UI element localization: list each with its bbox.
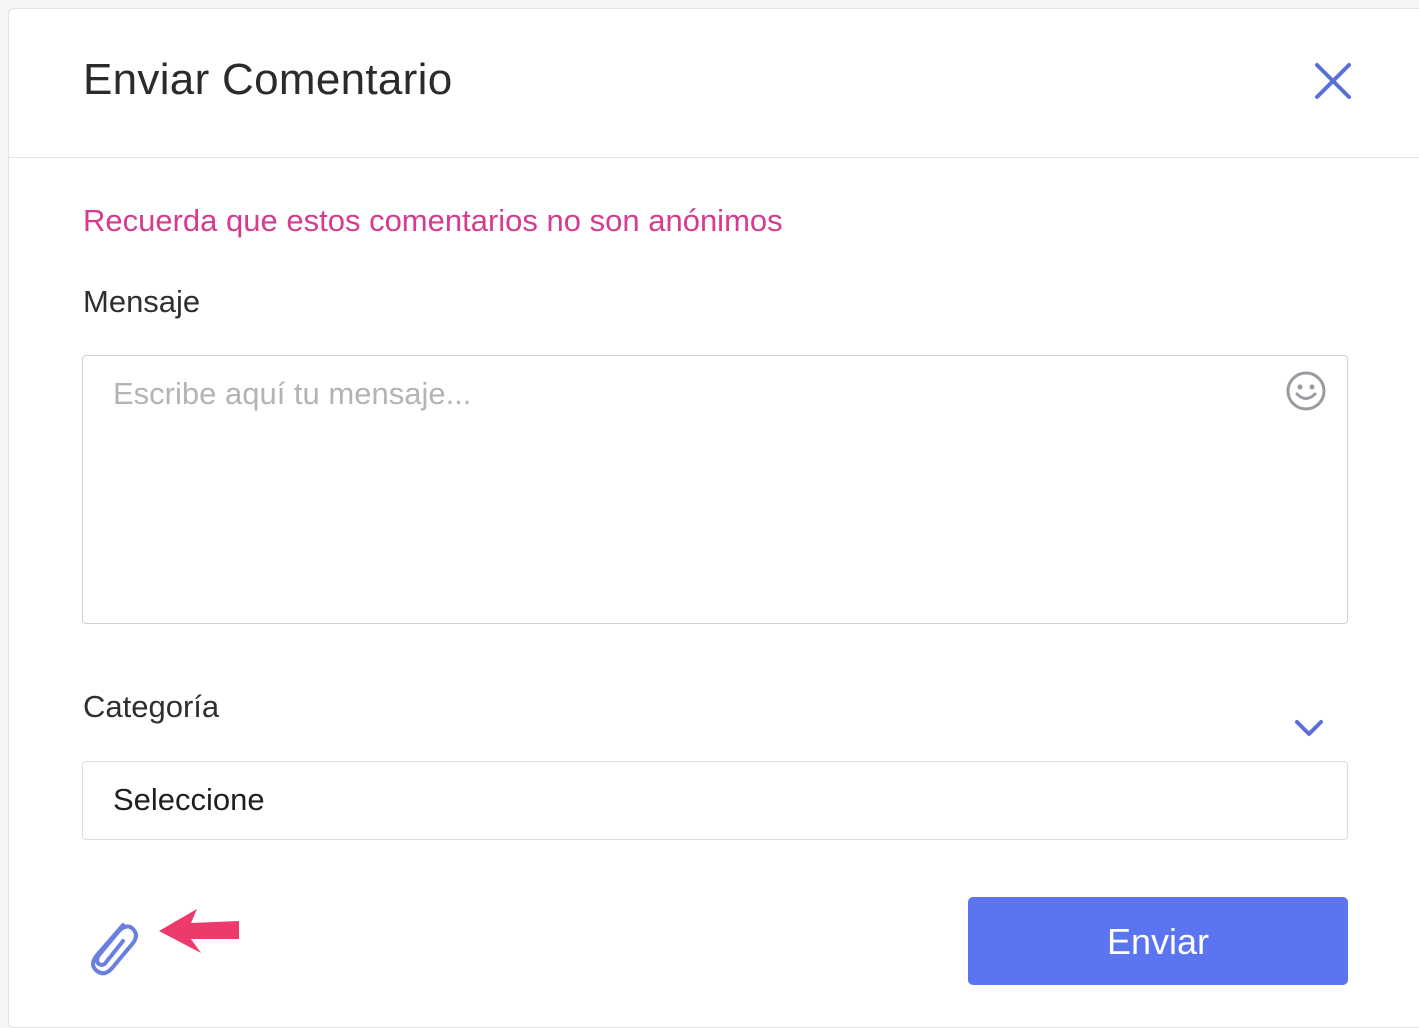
message-field-container [82,355,1348,624]
feedback-modal: Enviar Comentario Recuerda que estos com… [8,8,1419,1028]
send-button[interactable]: Enviar [968,897,1348,985]
chevron-down-icon [1295,720,1323,736]
category-label: Categoría [83,689,220,724]
category-select[interactable]: Seleccione [82,761,1348,840]
message-label: Mensaje [83,284,201,319]
close-icon [1315,63,1351,99]
attach-file-button[interactable] [79,911,139,977]
modal-title: Enviar Comentario [83,55,453,104]
modal-header: Enviar Comentario [9,9,1419,158]
emoji-button[interactable] [1283,368,1329,414]
close-button[interactable] [1309,57,1359,107]
message-textarea[interactable] [83,356,1347,623]
arrow-left-icon [157,905,243,955]
smiley-icon [1286,371,1326,411]
anonymity-notice: Recuerda que estos comentarios no son an… [83,203,783,238]
category-dropdown-toggle[interactable] [1289,714,1329,744]
category-selected-value: Seleccione [113,782,265,817]
paperclip-icon [91,923,138,976]
